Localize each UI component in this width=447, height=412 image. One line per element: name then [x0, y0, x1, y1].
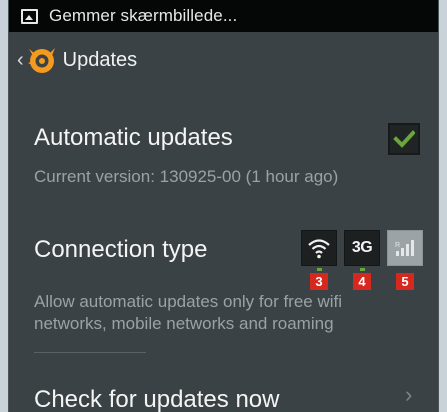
image-icon	[21, 8, 38, 24]
status-notification-text: Gemmer skærmbillede...	[49, 6, 238, 25]
action-bar[interactable]: ‹ Updates	[9, 32, 438, 88]
svg-text:R: R	[395, 242, 400, 249]
chevron-right-icon: ›	[405, 382, 413, 407]
connection-type-summary-line2: networks, mobile networks and roaming	[34, 314, 334, 333]
wifi-icon	[308, 239, 330, 259]
roaming-badge: 5	[396, 273, 414, 290]
phone-screen: Gemmer skærmbillede... ‹ Updates Automat…	[8, 0, 439, 412]
wifi-badge: 3	[310, 273, 328, 290]
connection-type-summary-line1: Allow automatic updates only for free wi…	[34, 292, 343, 311]
automatic-updates-summary: Current version: 130925-00 (1 hour ago)	[34, 167, 339, 186]
roaming-toggle[interactable]: R	[387, 230, 423, 266]
status-bar: Gemmer skærmbillede...	[9, 0, 438, 32]
signal-roaming-icon: R	[395, 240, 414, 256]
3g-enabled-indicator	[360, 268, 365, 271]
automatic-updates-title: Automatic updates	[34, 124, 233, 151]
check-for-updates-title: Check for updates now	[34, 386, 280, 412]
avast-logo[interactable]	[25, 43, 59, 77]
automatic-updates-checkbox[interactable]	[388, 123, 420, 155]
mobile-3g-toggle[interactable]: 3G	[344, 230, 380, 266]
connection-type-title: Connection type	[34, 236, 208, 263]
page-title: Updates	[62, 48, 138, 71]
chevron-left-icon[interactable]: ‹	[17, 50, 24, 70]
3g-badge: 4	[353, 273, 371, 290]
wifi-enabled-indicator	[317, 268, 322, 271]
section-divider	[34, 352, 146, 353]
checkmark-icon	[393, 130, 415, 148]
wifi-toggle[interactable]	[301, 230, 337, 266]
3g-icon: 3G	[351, 239, 373, 256]
